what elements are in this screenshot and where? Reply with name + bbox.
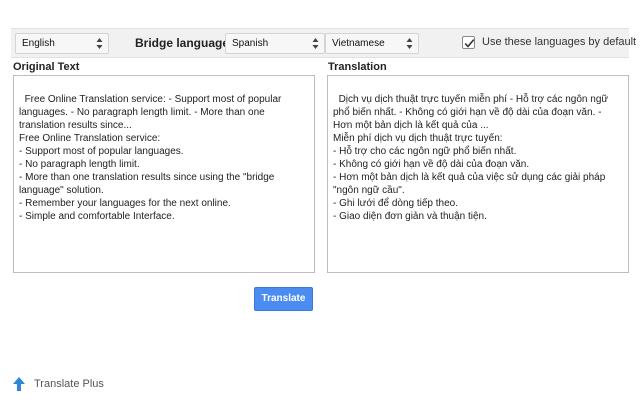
bridge-language-select[interactable]: Spanish xyxy=(225,33,325,54)
bridge-language-value: Spanish xyxy=(232,38,269,49)
resize-grip-icon[interactable] xyxy=(305,263,313,271)
original-text-content: Free Online Translation service: - Suppo… xyxy=(19,94,282,222)
default-languages-label: Use these languages by default xyxy=(482,36,637,48)
original-text-area[interactable]: Free Online Translation service: - Suppo… xyxy=(13,75,315,273)
select-arrows-icon xyxy=(312,37,319,50)
translate-button[interactable]: Translate xyxy=(254,287,313,311)
select-arrows-icon xyxy=(96,37,103,50)
translation-text-area[interactable]: Dịch vụ dịch thuật trực tuyến miễn phí -… xyxy=(327,75,629,273)
bridge-language-label: Bridge language xyxy=(135,36,230,50)
select-arrows-icon xyxy=(406,37,413,50)
default-languages-checkbox[interactable] xyxy=(462,36,475,49)
source-language-select[interactable]: English xyxy=(15,33,109,54)
original-text-title: Original Text xyxy=(13,61,80,73)
brand-name: Translate Plus xyxy=(34,378,104,390)
resize-grip-icon[interactable] xyxy=(619,263,627,271)
language-toolbar: English Bridge language Spanish Vietname… xyxy=(11,28,636,58)
translate-plus-logo-icon xyxy=(11,376,27,395)
checkmark-icon xyxy=(464,39,475,48)
translation-text-content: Dịch vụ dịch thuật trực tuyến miễn phí -… xyxy=(333,94,609,222)
target-language-value: Vietnamese xyxy=(332,38,385,49)
translation-title: Translation xyxy=(328,61,387,73)
source-language-value: English xyxy=(22,38,55,49)
target-language-select[interactable]: Vietnamese xyxy=(325,33,419,54)
